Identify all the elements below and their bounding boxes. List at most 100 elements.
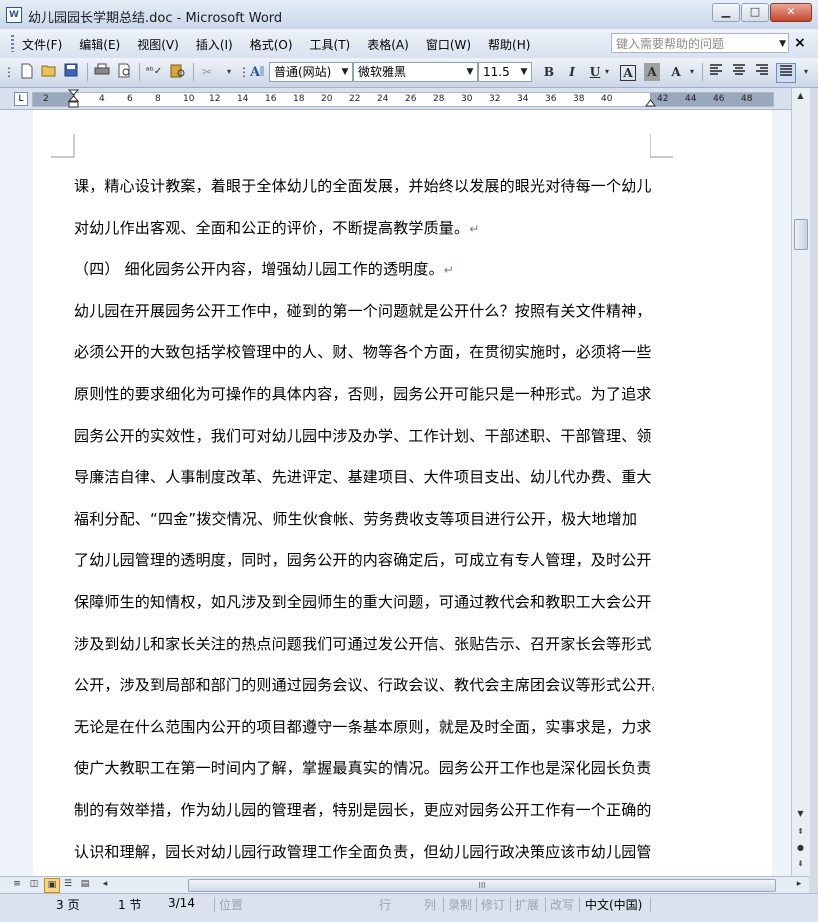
horizontal-ruler[interactable]: L 2 4 6 8 10 12 14 16 18 20 22 24 26 28 … <box>0 88 806 110</box>
styles-icon[interactable]: A <box>248 63 266 81</box>
toolbar-options-icon[interactable]: ▾ <box>223 63 235 81</box>
text-line[interactable]: 制的有效举措，作为幼儿园的管理者，特别是园长，更应对园务公开工作有一个正确的 <box>74 790 654 832</box>
reading-layout-view-icon[interactable]: ▤ <box>78 878 92 891</box>
menu-tools[interactable]: 工具(T) <box>310 36 351 53</box>
status-rec[interactable]: 录制 <box>448 896 472 913</box>
char-shading-button[interactable]: A <box>644 63 660 81</box>
menu-insert[interactable]: 插入(I) <box>196 36 233 53</box>
char-border-button[interactable]: A <box>620 65 636 81</box>
menu-help[interactable]: 帮助(H) <box>488 36 530 53</box>
status-position[interactable]: 位置 <box>219 896 243 913</box>
chevron-down-icon[interactable]: ▼ <box>517 63 531 81</box>
text-line[interactable]: 认识和理解，园长对幼儿园行政管理工作全面负责，但幼儿园行政决策应该市幼儿园管 <box>74 832 654 874</box>
status-language[interactable]: 中文(中国) <box>585 896 642 913</box>
underline-options-icon[interactable]: ▾ <box>602 63 612 81</box>
status-ext[interactable]: 扩展 <box>515 896 539 913</box>
text-line[interactable]: 园务公开的实效性，我们可对幼儿园中涉及办学、工作计划、干部述职、干部管理、领 <box>74 416 654 458</box>
status-trk[interactable]: 修订 <box>481 896 505 913</box>
scroll-left-button[interactable]: ◂ <box>98 878 112 891</box>
text-line[interactable]: 使广大教职工在第一时间内了解，掌握最真实的情况。园务公开工作也是深化园长负责 <box>74 748 654 790</box>
chevron-down-icon[interactable]: ▼ <box>463 63 477 81</box>
text-line[interactable]: 涉及到幼儿和家长关注的热点问题我们可通过发公开信、张贴告示、召开家长会等形式 <box>74 624 654 666</box>
font-size-select[interactable]: 11.5 ▼ <box>478 62 532 82</box>
print-preview-icon[interactable] <box>116 63 134 81</box>
web-layout-view-icon[interactable]: ◫ <box>27 878 41 891</box>
menu-table[interactable]: 表格(A) <box>367 36 409 53</box>
normal-view-icon[interactable]: ≡ <box>10 878 24 891</box>
save-icon[interactable] <box>62 63 80 81</box>
document-page[interactable]: 课，精心设计教案，着眼于全体幼儿的全面发展，并始终以发展的眼光对待每一个幼儿， 对… <box>33 110 772 876</box>
scroll-down-button[interactable]: ▼ <box>793 806 808 822</box>
menu-window[interactable]: 窗口(W) <box>426 36 471 53</box>
text-line[interactable]: 了幼儿园管理的透明度，同时，园务公开的内容确定后，可成立有专人管理，及时公开， <box>74 540 654 582</box>
text-line[interactable]: 必须公开的大致包括学校管理中的人、财、物等各个方面，在贯彻实施时，必须将一些 <box>74 332 654 374</box>
browse-object-button[interactable]: ● <box>793 840 808 856</box>
spelling-icon[interactable]: ᵃᵇ✓ <box>145 63 163 81</box>
center-icon[interactable] <box>730 63 748 81</box>
chevron-down-icon[interactable]: ▼ <box>338 63 352 81</box>
text-line[interactable]: 幼儿园在开展园务公开工作中，碰到的第一个问题就是公开什么？按照有关文件精神， <box>74 291 654 333</box>
text-line[interactable]: 课，精心设计教案，着眼于全体幼儿的全面发展，并始终以发展的眼光对待每一个幼儿， <box>74 166 654 208</box>
menu-view[interactable]: 视图(V) <box>137 36 179 53</box>
text-line[interactable]: 无论是在什么范围内公开的项目都遵守一条基本原则，就是及时全面，实事求是，力求 <box>74 707 654 749</box>
status-column[interactable]: 列 <box>424 896 436 913</box>
help-search-input[interactable]: 键入需要帮助的问题 ▼ <box>611 33 789 53</box>
menubar-grip[interactable] <box>11 35 14 52</box>
outline-view-icon[interactable]: ☰ <box>61 878 75 891</box>
status-ovr[interactable]: 改写 <box>550 896 574 913</box>
tab-selector[interactable]: L <box>14 92 28 106</box>
cut-icon[interactable]: ✂ <box>198 63 216 81</box>
status-page[interactable]: 3 页 <box>56 896 79 913</box>
toolbar-options-icon[interactable]: ▾ <box>800 63 812 81</box>
indent-markers[interactable] <box>68 89 80 109</box>
research-icon[interactable] <box>169 63 187 81</box>
text-line[interactable]: （四） 细化园务公开内容，增强幼儿园工作的透明度。↵ <box>74 249 654 291</box>
document-close-icon[interactable]: × <box>794 35 806 51</box>
ruler-tick: 40 <box>601 94 613 104</box>
menu-format[interactable]: 格式(O) <box>250 36 293 53</box>
maximize-button[interactable]: □ <box>741 3 769 22</box>
horizontal-scroll-thumb[interactable]: III <box>188 879 776 892</box>
text-line-content: 园务公开的实效性，我们可对幼儿园中涉及办学、工作计划、干部述职、干部管理、领 <box>74 426 652 445</box>
right-indent-marker[interactable] <box>645 98 657 108</box>
close-button[interactable]: ✕ <box>770 3 812 22</box>
justify-icon[interactable] <box>776 63 796 83</box>
toolbar-grip-2[interactable]: ⋮ <box>238 63 250 81</box>
status-line[interactable]: 行 <box>379 896 391 913</box>
text-line[interactable]: 保障师生的知情权，如凡涉及到全园师生的重大问题，可通过教代会和教职工大会公开， <box>74 582 654 624</box>
style-select[interactable]: 普通(网站) ▼ <box>269 62 353 82</box>
status-section[interactable]: 1 节 <box>118 896 141 913</box>
align-right-icon[interactable] <box>753 63 771 81</box>
menu-file[interactable]: 文件(F) <box>22 36 62 53</box>
document-area[interactable]: 课，精心设计教案，着眼于全体幼儿的全面发展，并始终以发展的眼光对待每一个幼儿， 对… <box>0 110 791 876</box>
text-line[interactable]: 导廉洁自律、人事制度改革、先进评定、基建项目、大件项目支出、幼儿代办费、重大 <box>74 457 654 499</box>
print-layout-view-icon[interactable]: ▣ <box>44 878 60 893</box>
open-icon[interactable] <box>40 63 58 81</box>
highlight-button[interactable]: A <box>667 63 685 81</box>
new-document-icon[interactable] <box>18 63 36 81</box>
word-app-icon[interactable]: W <box>6 7 22 23</box>
highlight-options-icon[interactable]: ▾ <box>687 63 697 81</box>
text-line[interactable]: 公开，涉及到局部和部门的则通过园务会议、行政会议、教代会主席团会议等形式公开。 <box>74 665 654 707</box>
text-line[interactable]: 福利分配、“四金”拨交情况、师生伙食帐、劳务费收支等项目进行公开，极大地增加 <box>74 499 654 541</box>
vertical-scrollbar[interactable]: ▲ ▼ ⇞ ● ⇟ <box>791 88 810 876</box>
next-page-button[interactable]: ⇟ <box>793 856 808 872</box>
text-line[interactable]: 对幼儿作出客观、全面和公正的评价，不断提高教学质量。↵ <box>74 208 654 250</box>
previous-page-button[interactable]: ⇞ <box>793 824 808 840</box>
italic-button[interactable]: I <box>563 63 581 81</box>
bold-button[interactable]: B <box>540 63 558 81</box>
font-select[interactable]: 微软雅黑 ▼ <box>353 62 478 82</box>
print-icon[interactable] <box>93 63 111 81</box>
text-line[interactable]: 原则性的要求细化为可操作的具体内容，否则，园务公开可能只是一种形式。为了追求 <box>74 374 654 416</box>
status-page-of[interactable]: 3/14 <box>168 896 195 910</box>
scroll-right-button[interactable]: ▸ <box>792 878 806 891</box>
scroll-thumb[interactable] <box>794 219 808 250</box>
minimize-button[interactable]: ▁ <box>712 3 740 22</box>
chevron-down-icon[interactable]: ▼ <box>779 34 786 54</box>
align-left-icon[interactable] <box>707 63 725 81</box>
menu-edit[interactable]: 编辑(E) <box>79 36 120 53</box>
horizontal-scrollbar[interactable]: ≡ ◫ ▣ ☰ ▤ ◂ III ▸ <box>0 876 809 893</box>
scroll-up-button[interactable]: ▲ <box>793 88 808 104</box>
document-body[interactable]: 课，精心设计教案，着眼于全体幼儿的全面发展，并始终以发展的眼光对待每一个幼儿， 对… <box>74 166 654 873</box>
toolbar-grip[interactable]: ⋮ <box>3 63 15 81</box>
